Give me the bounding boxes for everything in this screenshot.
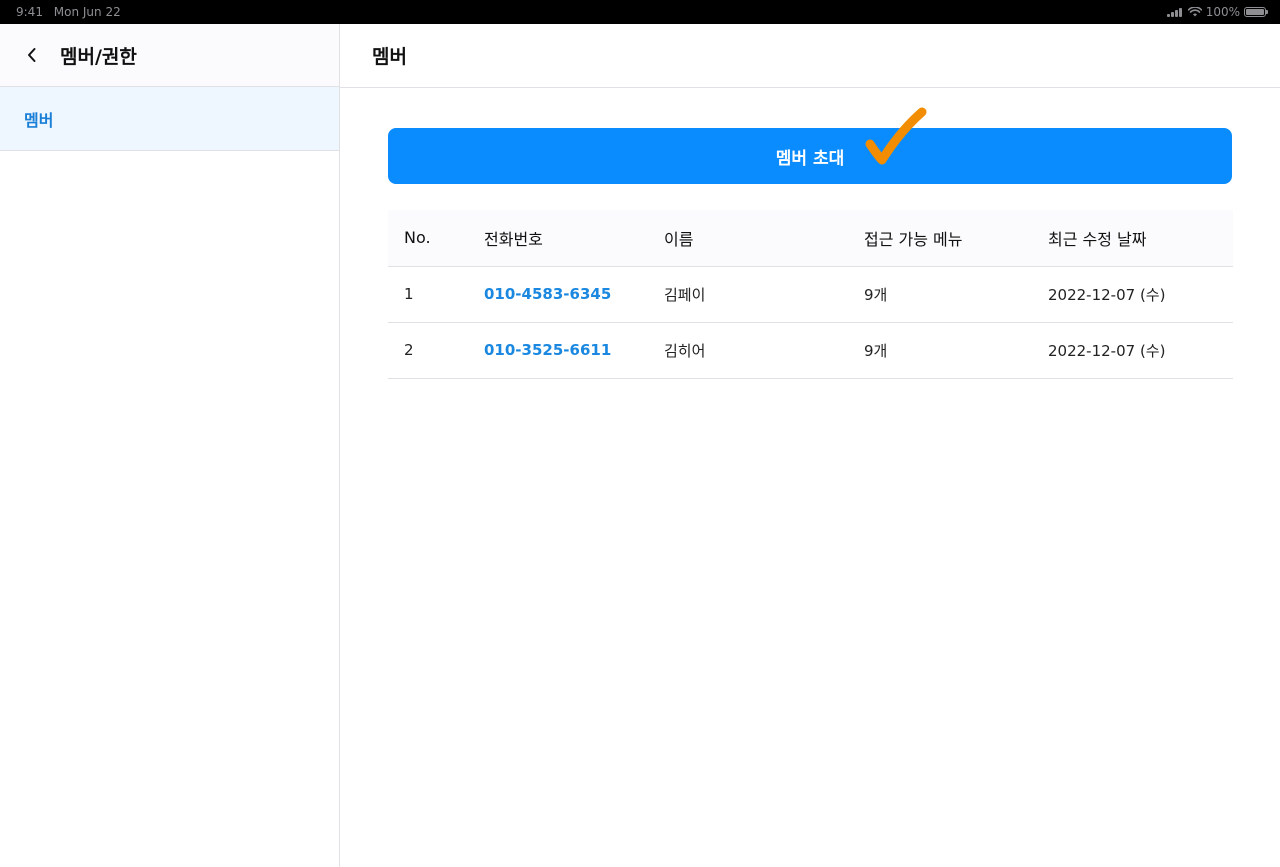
sidebar: 멤버/권한 멤버 (0, 24, 340, 867)
sidebar-item-label: 멤버 (24, 110, 54, 130)
cell-name: 김페이 (664, 266, 864, 323)
sidebar-item-members[interactable]: 멤버 (0, 87, 339, 151)
page-title: 멤버 (372, 46, 407, 68)
back-button[interactable] (22, 45, 42, 65)
status-bar: 9:41 Mon Jun 22 100% (0, 0, 1280, 24)
phone-link[interactable]: 010-4583-6345 (484, 285, 611, 303)
column-header-menus: 접근 가능 메뉴 (864, 210, 1048, 267)
cell-no: 1 (388, 266, 484, 323)
cell-modified-date: 2022-12-07 (수) (1048, 322, 1233, 379)
cell-name: 김히어 (664, 322, 864, 379)
table-row[interactable]: 1 010-4583-6345 김페이 9개 2022-12-07 (수) (388, 266, 1233, 323)
status-date: Mon Jun 22 (53, 5, 121, 19)
battery-icon (1244, 7, 1268, 17)
members-table: No. 전화번호 이름 접근 가능 메뉴 최근 수정 날짜 1 010-4583… (388, 210, 1233, 379)
cell-menu-count: 9개 (864, 266, 1048, 323)
wifi-icon (1187, 7, 1202, 17)
sidebar-header: 멤버/권한 (0, 24, 339, 87)
sidebar-title: 멤버/권한 (60, 45, 137, 68)
phone-link[interactable]: 010-3525-6611 (484, 341, 611, 359)
column-header-phone: 전화번호 (484, 210, 664, 267)
main-header: 멤버 (340, 24, 1280, 88)
column-header-modified: 최근 수정 날짜 (1048, 210, 1233, 267)
signal-icon (1166, 7, 1183, 17)
main-content: 멤버 멤버 초대 No. 전화번호 이름 접근 가능 메뉴 최근 수정 날짜 1… (340, 24, 1280, 867)
battery-percent: 100% (1205, 5, 1240, 19)
cell-modified-date: 2022-12-07 (수) (1048, 266, 1233, 323)
column-header-no: No. (388, 210, 484, 267)
invite-member-button[interactable]: 멤버 초대 (388, 128, 1232, 184)
chevron-left-icon (28, 48, 36, 62)
column-header-name: 이름 (664, 210, 864, 267)
checkmark-icon (865, 107, 927, 165)
status-time: 9:41 (16, 5, 43, 19)
table-row[interactable]: 2 010-3525-6611 김히어 9개 2022-12-07 (수) (388, 322, 1233, 379)
cell-menu-count: 9개 (864, 322, 1048, 379)
cell-no: 2 (388, 322, 484, 379)
table-header-row: No. 전화번호 이름 접근 가능 메뉴 최근 수정 날짜 (388, 210, 1233, 267)
